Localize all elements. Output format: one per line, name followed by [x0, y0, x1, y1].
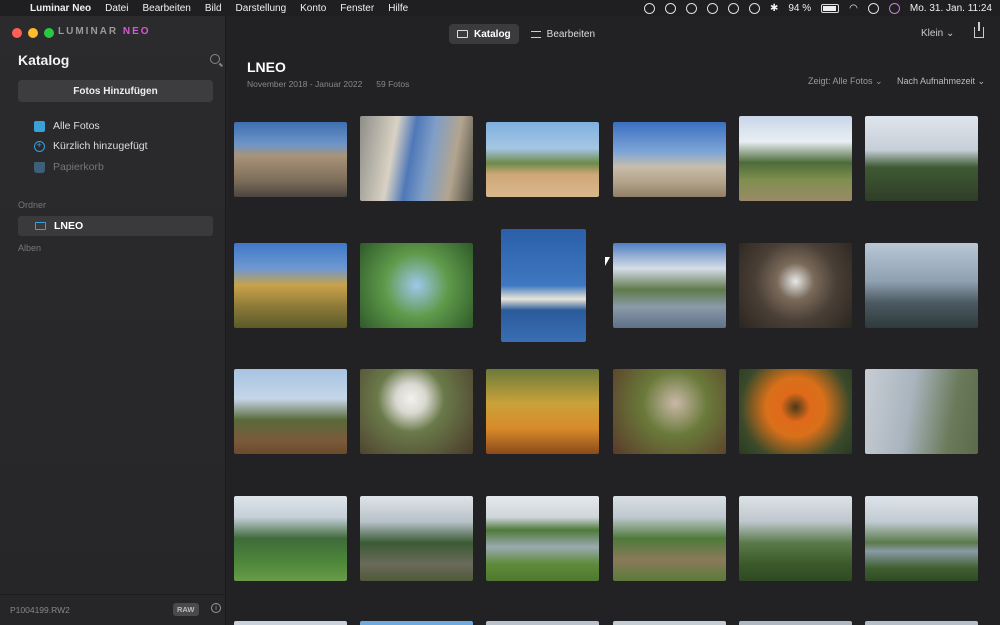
logo-accent: NEO [122, 26, 151, 37]
photo-thumbnail[interactable] [360, 116, 473, 201]
main-area: Katalog Bearbeiten Klein ⌄ LNEO November… [227, 16, 1000, 625]
menu-bearbeiten[interactable]: Bearbeiten [142, 3, 190, 14]
add-photos-button[interactable]: Fotos Hinzufügen [18, 80, 213, 102]
app-window: LUMINAR NEO Katalog Fotos Hinzufügen All… [0, 16, 1000, 625]
photo-thumbnail[interactable] [360, 369, 473, 454]
sidebar-item-label: Kürzlich hinzugefügt [53, 140, 148, 152]
photo-thumbnail[interactable] [739, 496, 852, 581]
minimize-button[interactable] [28, 28, 38, 38]
sidebar-item-label: Alle Fotos [53, 120, 100, 132]
trash-icon [34, 161, 45, 173]
menu-fenster[interactable]: Fenster [340, 3, 374, 14]
photo-thumbnail[interactable] [486, 122, 599, 197]
photo-thumbnail[interactable] [865, 116, 978, 201]
sliders-icon [530, 30, 541, 38]
search-icon[interactable] [210, 54, 220, 64]
sidebar-item-recent[interactable]: Kürzlich hinzugefügt [34, 137, 148, 155]
photo-thumbnail[interactable] [486, 621, 599, 625]
photo-thumbnail[interactable] [739, 369, 852, 454]
photo-thumbnail[interactable] [234, 122, 347, 197]
raw-badge: RAW [173, 603, 199, 616]
control-center-icon[interactable] [867, 2, 879, 14]
folders-section-label: Ordner [18, 200, 47, 210]
photo-thumbnail[interactable] [613, 243, 726, 328]
photo-thumbnail[interactable] [865, 243, 978, 328]
photo-thumbnail[interactable] [865, 621, 978, 625]
check-icon[interactable] [685, 2, 697, 14]
photos-icon [34, 120, 45, 132]
photo-thumbnail[interactable] [613, 496, 726, 581]
photo-thumbnail[interactable] [360, 621, 473, 625]
photo-thumbnail[interactable] [234, 369, 347, 454]
tab-label: Bearbeiten [546, 28, 596, 40]
album-daterange: November 2018 - Januar 2022 [247, 79, 363, 89]
system-menubar: Luminar Neo Datei Bearbeiten Bild Darste… [0, 0, 1000, 16]
clock[interactable]: Mo. 31. Jan. 11:24 [910, 3, 992, 14]
photo-thumbnail[interactable] [360, 496, 473, 581]
tab-label: Katalog [474, 28, 511, 40]
albums-section-label: Alben [18, 243, 42, 253]
app-logo: LUMINAR NEO [58, 26, 151, 37]
airdrop-icon[interactable] [727, 2, 739, 14]
close-button[interactable] [12, 28, 22, 38]
photo-thumbnail[interactable] [739, 243, 852, 328]
logo-text: LUMINAR [58, 26, 119, 37]
time-machine-icon[interactable] [706, 2, 718, 14]
photo-thumbnail[interactable] [234, 243, 347, 328]
album-subtitle: November 2018 - Januar 2022 59 Fotos [247, 79, 409, 89]
mouse-cursor [605, 257, 610, 266]
sidebar-item-label: Papierkorb [53, 161, 104, 173]
album-count: 59 Fotos [376, 79, 410, 89]
menu-hilfe[interactable]: Hilfe [388, 3, 408, 14]
filter-dropdown[interactable]: Zeigt: Alle Fotos ⌄ [808, 76, 883, 87]
thumbnail-size-dropdown[interactable]: Klein ⌄ [921, 28, 954, 39]
folder-icon [457, 30, 468, 38]
battery-percent: 94 % [788, 2, 812, 14]
photo-thumbnail[interactable] [234, 496, 347, 581]
photo-thumbnail[interactable] [234, 621, 347, 625]
photo-thumbnail[interactable] [865, 369, 978, 454]
share-icon[interactable] [974, 22, 984, 38]
status-icon[interactable] [643, 2, 655, 14]
photo-thumbnail[interactable] [486, 496, 599, 581]
sidebar-item-trash[interactable]: Papierkorb [34, 158, 104, 176]
catalog-title: Katalog [18, 52, 70, 68]
battery-icon[interactable] [821, 3, 840, 13]
sidebar-item-all-photos[interactable]: Alle Fotos [34, 117, 100, 135]
menu-bild[interactable]: Bild [205, 3, 222, 14]
zoom-button[interactable] [44, 28, 54, 38]
menu-konto[interactable]: Konto [300, 3, 326, 14]
window-controls [12, 28, 54, 38]
photo-thumbnail[interactable] [739, 621, 852, 625]
sidebar-footer: P1004199.RW2 RAW i [0, 594, 226, 625]
folder-label: LNEO [54, 220, 84, 232]
menu-app[interactable]: Luminar Neo [30, 3, 91, 14]
siri-icon[interactable] [888, 2, 900, 14]
cloud-icon[interactable] [664, 2, 676, 14]
mode-tabs: Katalog Bearbeiten [449, 24, 603, 44]
photo-thumbnail[interactable] [739, 116, 852, 201]
display-icon[interactable] [748, 2, 760, 14]
sidebar-folder-lneo[interactable]: LNEO [18, 216, 213, 236]
bluetooth-icon[interactable]: ✱ [770, 3, 778, 14]
menu-darstellung[interactable]: Darstellung [236, 3, 287, 14]
sort-dropdown[interactable]: Nach Aufnahmezeit ⌄ [897, 76, 985, 87]
photo-thumbnail[interactable] [360, 243, 473, 328]
tab-edit[interactable]: Bearbeiten [523, 24, 603, 44]
sidebar: LUMINAR NEO Katalog Fotos Hinzufügen All… [0, 16, 226, 625]
wifi-icon[interactable]: ◠ [849, 3, 858, 14]
album-title: LNEO [247, 59, 286, 75]
menu-datei[interactable]: Datei [105, 3, 128, 14]
recent-icon [34, 140, 45, 152]
folder-icon [35, 222, 46, 230]
info-icon[interactable]: i [211, 603, 221, 613]
tab-catalog[interactable]: Katalog [449, 24, 519, 44]
selected-filename: P1004199.RW2 [10, 605, 70, 615]
photo-thumbnail[interactable] [613, 621, 726, 625]
photo-thumbnail[interactable] [501, 229, 586, 342]
photo-thumbnail[interactable] [865, 496, 978, 581]
photo-thumbnail[interactable] [613, 122, 726, 197]
photo-thumbnail[interactable] [486, 369, 599, 454]
photo-thumbnail[interactable] [613, 369, 726, 454]
